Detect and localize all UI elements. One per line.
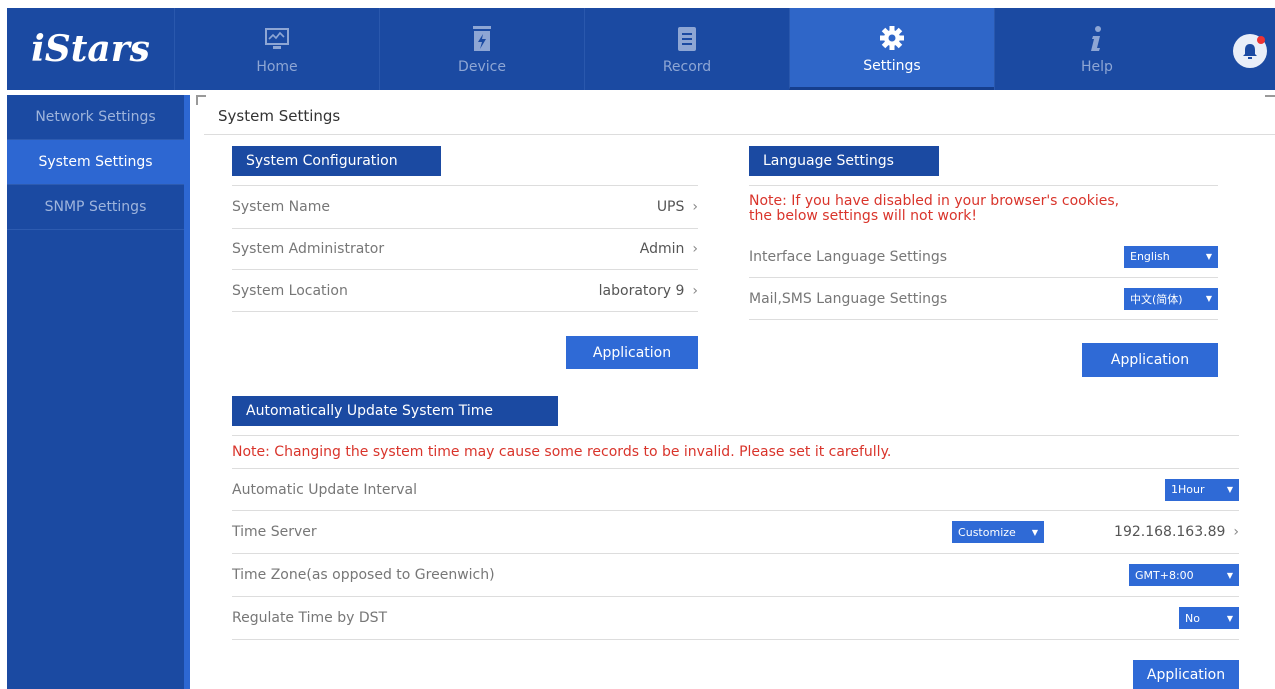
panel-corner-right — [1265, 95, 1275, 105]
system-location-row[interactable]: System Location laboratory 9 › — [232, 270, 698, 312]
language-settings-header: Language Settings — [749, 146, 939, 176]
dropdown-arrow-icon: ▼ — [1226, 485, 1233, 494]
mail-sms-language-label: Mail,SMS Language Settings — [749, 290, 948, 307]
system-name-row[interactable]: System Name UPS › — [232, 186, 698, 229]
chevron-right-icon: › — [692, 282, 698, 299]
nav-record-label: Record — [662, 59, 712, 75]
page-title: System Settings — [218, 107, 341, 125]
dropdown-arrow-icon: ▼ — [1226, 570, 1233, 580]
main-content: System Settings System Configuration Sys… — [196, 95, 1275, 689]
dst-row: Regulate Time by DST No ▼ — [232, 597, 1239, 640]
sidebar: Network Settings System Settings SNMP Se… — [7, 95, 184, 689]
chevron-right-icon: › — [1233, 524, 1239, 540]
sidebar-item-network-settings[interactable]: Network Settings — [7, 95, 184, 140]
interface-language-row: Interface Language Settings English ▼ — [749, 236, 1218, 278]
time-zone-value: GMT+8:00 — [1135, 568, 1194, 582]
system-time-warning-note: Note: Changing the system time may cause… — [232, 444, 892, 460]
interface-language-label: Interface Language Settings — [749, 248, 948, 265]
nav-help[interactable]: Help — [994, 8, 1199, 90]
cookie-warning-note: Note: If you have disabled in your brows… — [749, 194, 1119, 224]
notification-bell-icon[interactable] — [1233, 34, 1267, 68]
interface-language-value: English — [1130, 250, 1170, 263]
mail-sms-language-value: 中文(简体) — [1130, 292, 1183, 306]
system-administrator-label: System Administrator — [232, 241, 385, 257]
system-config-apply-button[interactable]: Application — [566, 336, 698, 369]
time-server-row: Time Server Customize ▼ 192.168.163.89 › — [232, 511, 1239, 554]
cookie-warning-line: Note: If you have disabled in your brows… — [749, 193, 1120, 209]
nav-home-label: Home — [256, 59, 298, 75]
nav-settings-label: Settings — [863, 57, 921, 74]
time-server-mode-value: Customize — [958, 525, 1016, 539]
app-logo: iStars — [31, 28, 150, 70]
dropdown-arrow-icon: ▼ — [1226, 613, 1233, 623]
dst-label: Regulate Time by DST — [232, 610, 388, 626]
system-name-value: UPS — [656, 199, 685, 215]
divider — [749, 185, 1218, 186]
nav-device-label: Device — [458, 59, 506, 75]
mail-sms-language-row: Mail,SMS Language Settings 中文(简体) ▼ — [749, 278, 1218, 320]
interface-language-select[interactable]: English ▼ — [1124, 245, 1218, 268]
system-administrator-row[interactable]: System Administrator Admin › — [232, 229, 698, 270]
cookie-warning-line: the below settings will not work! — [749, 208, 977, 224]
chevron-right-icon: › — [692, 199, 698, 215]
sidebar-item-system-settings[interactable]: System Settings — [7, 140, 184, 185]
update-interval-value: 1Hour — [1171, 483, 1205, 496]
divider — [204, 134, 1275, 135]
time-server-mode-select[interactable]: Customize ▼ — [952, 521, 1045, 543]
dropdown-arrow-icon: ▼ — [1205, 252, 1212, 261]
battery-icon — [471, 23, 493, 55]
monitor-icon — [264, 23, 290, 55]
info-icon — [1089, 23, 1105, 55]
dst-select[interactable]: No ▼ — [1179, 607, 1239, 629]
update-interval-label: Automatic Update Interval — [232, 481, 418, 498]
system-location-value: laboratory 9 — [598, 282, 685, 299]
time-apply-button[interactable]: Application — [1133, 660, 1239, 689]
gear-icon — [878, 22, 906, 54]
time-zone-label: Time Zone(as opposed to Greenwich) — [232, 567, 495, 583]
divider — [232, 435, 1239, 436]
system-configuration-header: System Configuration — [232, 146, 441, 176]
dst-value: No — [1185, 611, 1200, 625]
chevron-right-icon: › — [692, 241, 698, 257]
nav-settings[interactable]: Settings — [789, 8, 994, 90]
sidebar-item-snmp-settings[interactable]: SNMP Settings — [7, 185, 184, 230]
time-zone-select[interactable]: GMT+8:00 ▼ — [1129, 564, 1239, 586]
panel-corner — [196, 95, 206, 105]
nav-record[interactable]: Record — [584, 8, 789, 90]
time-server-value[interactable]: 192.168.163.89 — [1114, 524, 1225, 540]
dropdown-arrow-icon: ▼ — [1205, 294, 1212, 303]
language-apply-button[interactable]: Application — [1082, 343, 1218, 377]
system-name-label: System Name — [232, 199, 330, 215]
top-navigation: iStars Home Device Record Settings Help — [7, 8, 1275, 90]
mail-sms-language-select[interactable]: 中文(简体) ▼ — [1124, 287, 1218, 310]
nav-device[interactable]: Device — [379, 8, 584, 90]
main-nav: Home Device Record Settings Help — [174, 8, 1199, 90]
update-interval-row: Automatic Update Interval 1Hour ▼ — [232, 469, 1239, 511]
notification-dot — [1257, 36, 1265, 44]
nav-help-label: Help — [1081, 59, 1113, 75]
system-location-label: System Location — [232, 282, 348, 299]
document-icon — [676, 23, 698, 55]
time-server-label: Time Server — [232, 524, 317, 540]
update-interval-select[interactable]: 1Hour ▼ — [1165, 478, 1239, 501]
system-administrator-value: Admin — [639, 241, 685, 257]
auto-update-time-header: Automatically Update System Time — [232, 396, 558, 426]
sidebar-divider — [184, 95, 190, 689]
dropdown-arrow-icon: ▼ — [1031, 527, 1039, 537]
nav-home[interactable]: Home — [174, 8, 379, 90]
time-zone-row: Time Zone(as opposed to Greenwich) GMT+8… — [232, 554, 1239, 597]
